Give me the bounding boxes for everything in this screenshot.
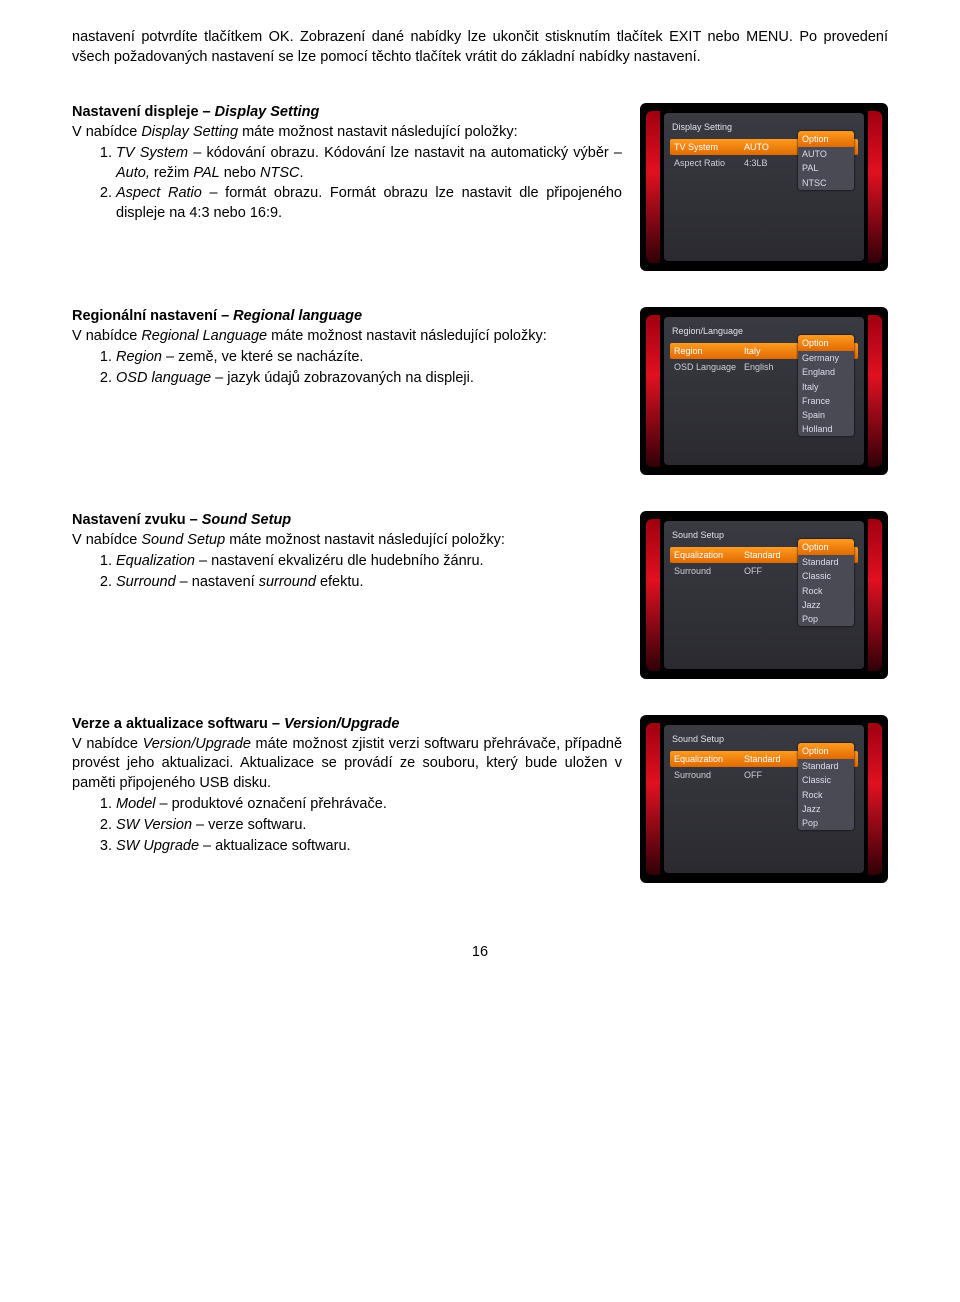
screenshot-column: Sound SetupEqualizationStandard▶Surround… [640, 511, 888, 679]
section-lead: V nabídce Regional Language máte možnost… [72, 327, 622, 347]
option-item: Pop [798, 816, 854, 830]
section-heading: Nastavení zvuku – Sound Setup [72, 511, 622, 531]
device-panel: Region/LanguageRegionItaly▶OSD LanguageE… [664, 317, 864, 465]
panel-row-label: TV System [674, 141, 744, 153]
options-header: Option [798, 131, 854, 147]
section-lead: V nabídce Sound Setup máte možnost nasta… [72, 531, 622, 551]
device-panel: Sound SetupEqualizationStandard▶Surround… [664, 521, 864, 669]
section-list: Equalization – nastavení ekvalizéru dle … [72, 552, 622, 592]
option-item: PAL [798, 161, 854, 175]
panel-row-label: Equalization [674, 753, 744, 765]
section: Nastavení displeje – Display SettingV na… [72, 103, 888, 271]
section: Nastavení zvuku – Sound SetupV nabídce S… [72, 511, 888, 679]
section-lead: V nabídce Version/Upgrade máte možnost z… [72, 735, 622, 794]
device-screenshot: Sound SetupEqualizationStandard▶Surround… [640, 511, 888, 679]
panel-row-label: Surround [674, 565, 744, 577]
page-number: 16 [72, 943, 888, 963]
option-item: Spain [798, 408, 854, 422]
option-item: NTSC [798, 176, 854, 190]
section-heading: Verze a aktualizace softwaru – Version/U… [72, 715, 622, 735]
section-list: Region – země, ve které se nacházíte.OSD… [72, 348, 622, 388]
screenshot-column: Region/LanguageRegionItaly▶OSD LanguageE… [640, 307, 888, 475]
options-header: Option [798, 743, 854, 759]
options-popup: OptionGermanyEnglandItalyFranceSpainHoll… [798, 335, 854, 436]
screenshot-column: Sound SetupEqualizationStandard▶Surround… [640, 715, 888, 883]
list-item: SW Upgrade – aktualizace softwaru. [116, 837, 622, 857]
section-heading: Nastavení displeje – Display Setting [72, 103, 622, 123]
section-list: TV System – kódování obrazu. Kódování lz… [72, 144, 622, 223]
option-item: Standard [798, 759, 854, 773]
option-item: Classic [798, 569, 854, 583]
option-item: England [798, 365, 854, 379]
page: nastavení potvrdíte tlačítkem OK. Zobraz… [0, 0, 960, 1003]
panel-row-label: OSD Language [674, 361, 744, 373]
option-item: AUTO [798, 147, 854, 161]
list-item: Aspect Ratio – formát obrazu. Formát obr… [116, 184, 622, 223]
panel-row-label: Region [674, 345, 744, 357]
section-list: Model – produktové označení přehrávače.S… [72, 795, 622, 856]
options-popup: OptionStandardClassicRockJazzPop [798, 743, 854, 830]
options-header: Option [798, 539, 854, 555]
panel-row-label: Surround [674, 769, 744, 781]
option-item: Italy [798, 380, 854, 394]
section: Regionální nastavení – Regional language… [72, 307, 888, 475]
option-item: Pop [798, 612, 854, 626]
intro-paragraph: nastavení potvrdíte tlačítkem OK. Zobraz… [72, 28, 888, 67]
screenshot-column: Display SettingTV SystemAUTO▶Aspect Rati… [640, 103, 888, 271]
list-item: TV System – kódování obrazu. Kódování lz… [116, 144, 622, 183]
device-screenshot: Sound SetupEqualizationStandard▶Surround… [640, 715, 888, 883]
device-screenshot: Display SettingTV SystemAUTO▶Aspect Rati… [640, 103, 888, 271]
options-popup: OptionStandardClassicRockJazzPop [798, 539, 854, 626]
option-item: Rock [798, 584, 854, 598]
options-header: Option [798, 335, 854, 351]
list-item: Surround – nastavení surround efektu. [116, 573, 622, 593]
section-lead: V nabídce Display Setting máte možnost n… [72, 123, 622, 143]
section-heading: Regionální nastavení – Regional language [72, 307, 622, 327]
option-item: Classic [798, 773, 854, 787]
option-item: Jazz [798, 598, 854, 612]
options-popup: OptionAUTOPALNTSC [798, 131, 854, 190]
list-item: Equalization – nastavení ekvalizéru dle … [116, 552, 622, 572]
list-item: Model – produktové označení přehrávače. [116, 795, 622, 815]
option-item: Jazz [798, 802, 854, 816]
panel-row-label: Aspect Ratio [674, 157, 744, 169]
section: Verze a aktualizace softwaru – Version/U… [72, 715, 888, 883]
panel-row-label: Equalization [674, 549, 744, 561]
option-item: France [798, 394, 854, 408]
list-item: OSD language – jazyk údajů zobrazovaných… [116, 369, 622, 389]
device-screenshot: Region/LanguageRegionItaly▶OSD LanguageE… [640, 307, 888, 475]
option-item: Standard [798, 555, 854, 569]
device-panel: Sound SetupEqualizationStandard▶Surround… [664, 725, 864, 873]
option-item: Germany [798, 351, 854, 365]
option-item: Rock [798, 788, 854, 802]
list-item: SW Version – verze softwaru. [116, 816, 622, 836]
list-item: Region – země, ve které se nacházíte. [116, 348, 622, 368]
device-panel: Display SettingTV SystemAUTO▶Aspect Rati… [664, 113, 864, 261]
option-item: Holland [798, 422, 854, 436]
